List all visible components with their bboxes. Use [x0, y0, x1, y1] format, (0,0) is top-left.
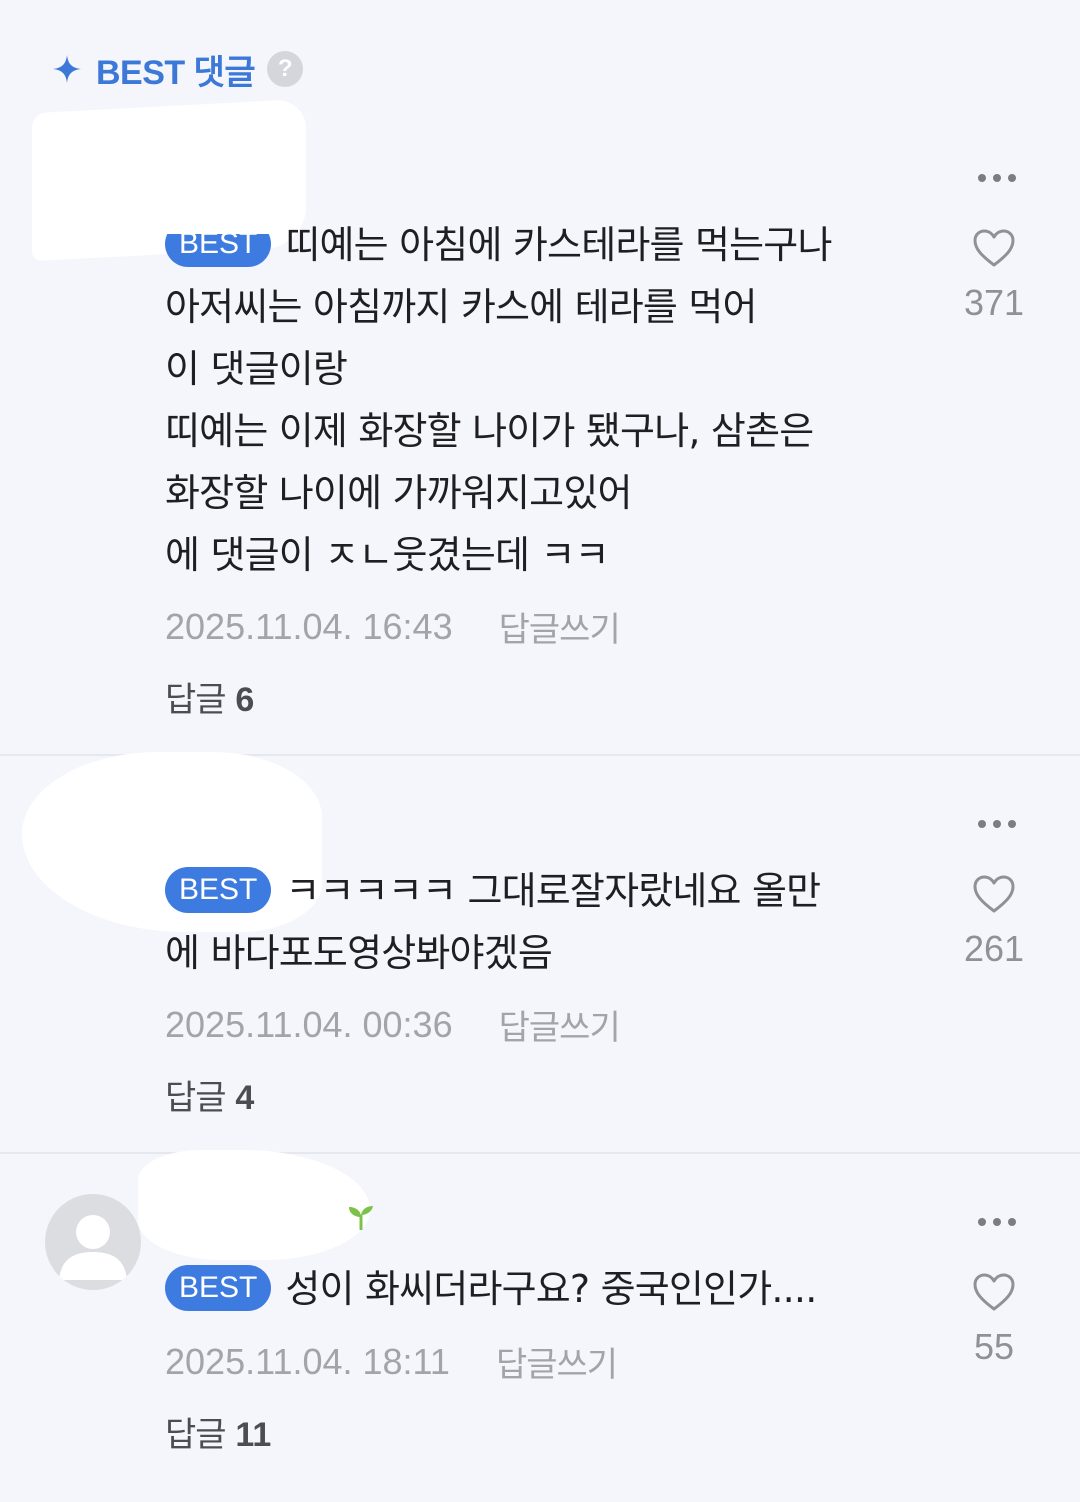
write-reply-button[interactable]: 답글쓰기 [499, 602, 621, 651]
help-icon[interactable]: ? [267, 51, 304, 87]
avatar[interactable] [45, 1194, 141, 1290]
comment-timestamp: 2025.11.04. 16:43 [165, 605, 453, 647]
sprout-icon [349, 1206, 373, 1230]
comment-body: BEST ㅋㅋㅋㅋㅋ 그대로잘자랐네요 올만 에 바다포도영상봐야겠음 [165, 860, 925, 984]
comment-line: BEST 성이 화씨더라구요? 중국인인가.... [165, 1258, 925, 1320]
heart-icon[interactable] [972, 1272, 1016, 1312]
best-comments-header: BEST 댓글 ? [52, 44, 304, 94]
comment-body: BEST 성이 화씨더라구요? 중국인인가.... [165, 1258, 925, 1320]
redacted-username [138, 1150, 370, 1260]
write-reply-button[interactable]: 답글쓰기 [499, 1000, 621, 1049]
redacted-badge-cover [162, 214, 272, 234]
write-reply-button[interactable]: 답글쓰기 [496, 1337, 618, 1386]
best-badge: BEST [165, 1264, 272, 1311]
comment-line: BEST 띠예는 아침에 카스테라를 먹는구나 [165, 214, 925, 276]
like-count: 55 [973, 1326, 1015, 1367]
comment-timestamp: 2025.11.04. 18:11 [165, 1340, 450, 1382]
comment-line: 띠예는 이제 화장할 나이가 됐구나, 삼촌은 [165, 409, 814, 453]
replies-toggle[interactable]: 답글 4 [165, 1070, 254, 1119]
replies-toggle[interactable]: 답글 6 [165, 672, 254, 721]
comment-meta: 2025.11.04. 16:43 답글쓰기 [165, 602, 621, 651]
more-options-icon[interactable] [978, 173, 1016, 183]
replies-toggle[interactable]: 답글 11 [165, 1407, 271, 1456]
section-title: BEST 댓글 [96, 53, 256, 92]
more-options-icon[interactable] [978, 1217, 1016, 1227]
comment-timestamp: 2025.11.04. 00:36 [165, 1003, 453, 1045]
comment-line: 이 댓글이랑 [165, 347, 348, 391]
default-user-icon [59, 1215, 127, 1280]
comment-line: 화장할 나이에 가까워지고있어 [165, 471, 632, 515]
comment-meta: 2025.11.04. 18:11 답글쓰기 [165, 1337, 618, 1386]
like-button[interactable]: 55 [956, 1272, 1032, 1368]
like-button[interactable]: 261 [956, 874, 1032, 970]
like-count: 371 [963, 282, 1025, 323]
like-button[interactable]: 371 [956, 228, 1032, 324]
divider [0, 1152, 1080, 1154]
comment-line: BEST ㅋㅋㅋㅋㅋ 그대로잘자랐네요 올만 [165, 860, 925, 922]
sparkle-icon [53, 55, 81, 83]
more-options-icon[interactable] [978, 819, 1016, 829]
comment-line: 에 바다포도영상봐야겠음 [165, 931, 553, 975]
heart-icon[interactable] [972, 228, 1016, 268]
comment-body: BEST 띠예는 아침에 카스테라를 먹는구나 아저씨는 아침까지 카스에 테라를… [165, 214, 925, 586]
heart-icon[interactable] [972, 874, 1016, 914]
comment-meta: 2025.11.04. 00:36 답글쓰기 [165, 1000, 621, 1049]
comment-line: 에 댓글이 ㅈㄴ웃겼는데 ㅋㅋ [165, 533, 610, 577]
comment-line: 아저씨는 아침까지 카스에 테라를 먹어 [165, 285, 757, 329]
like-count: 261 [963, 928, 1025, 969]
best-badge: BEST [165, 866, 272, 913]
